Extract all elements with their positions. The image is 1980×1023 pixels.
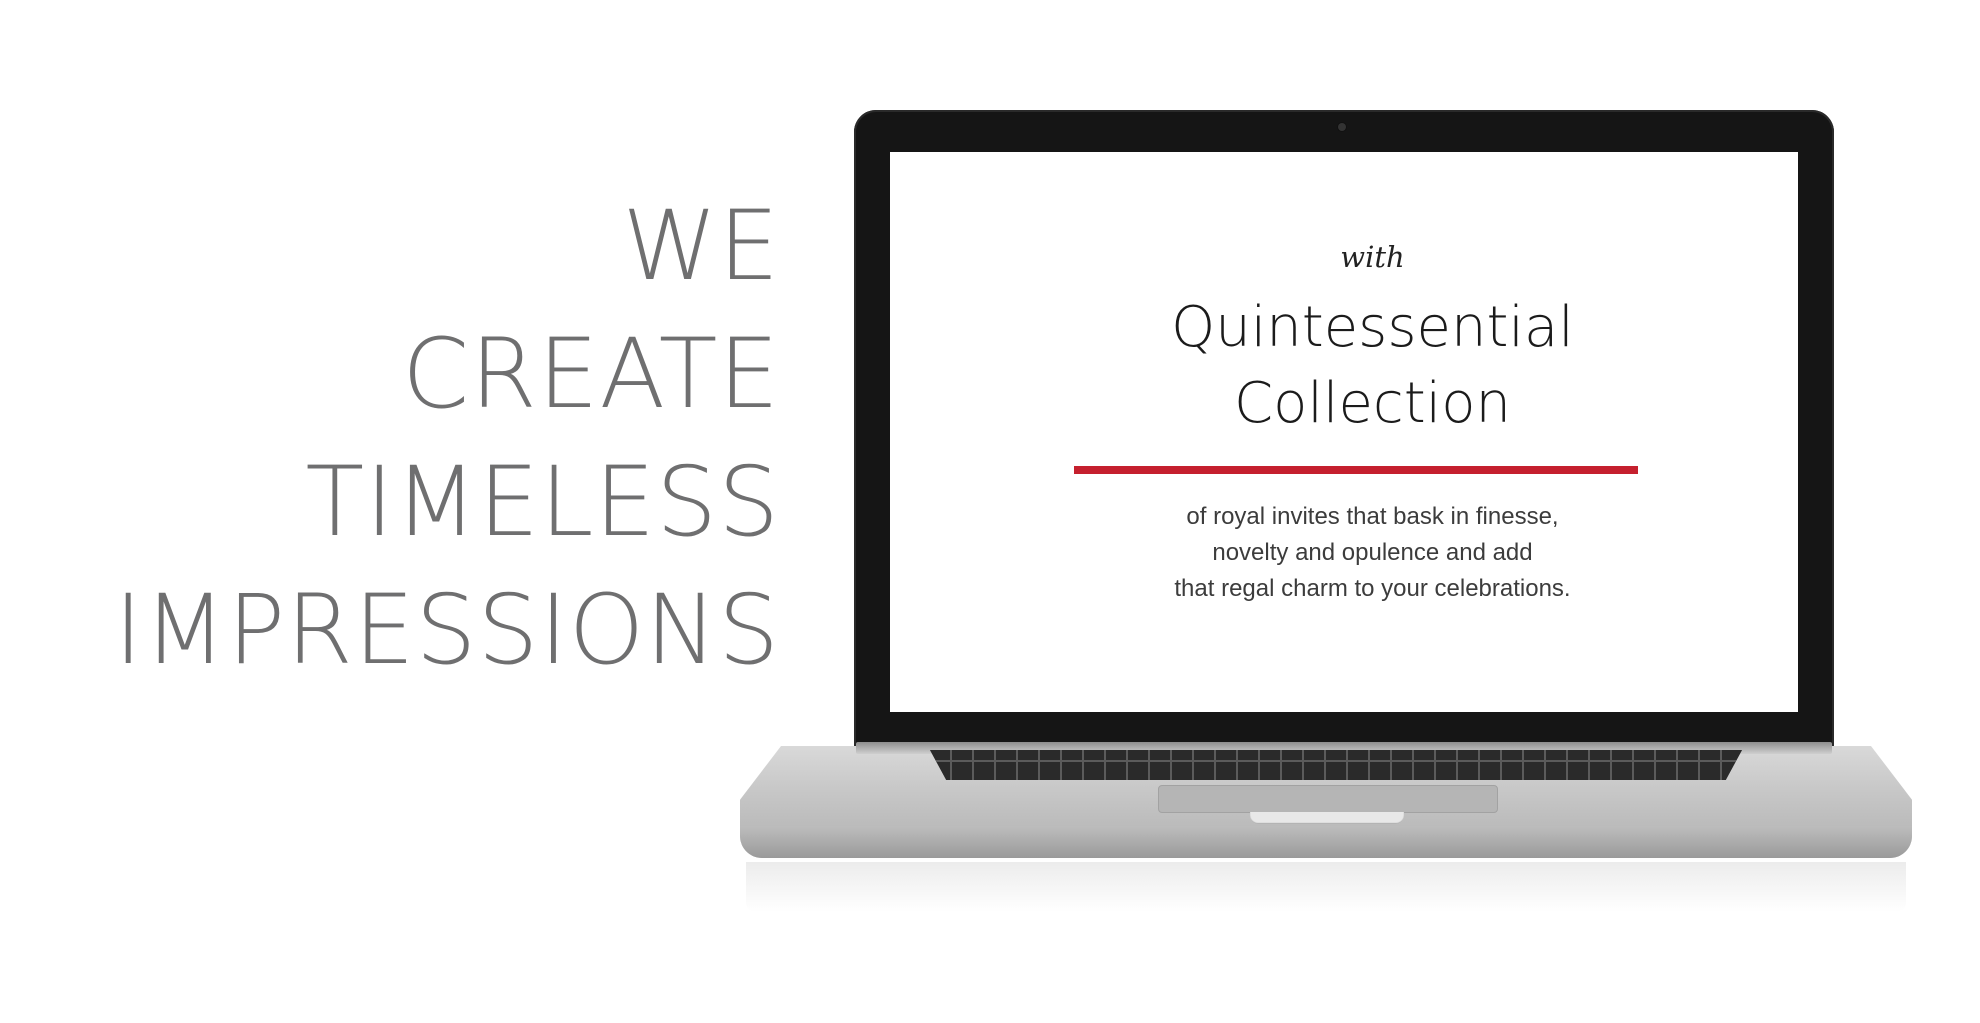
keyboard-icon <box>930 750 1742 780</box>
laptop-image: with Quintessential Collection of royal … <box>740 110 1912 912</box>
headline-line-create: CREATE <box>402 318 780 430</box>
headline-line-timeless: TIMELESS <box>305 446 780 558</box>
laptop-reflection <box>746 862 1906 912</box>
description-line-3: that regal charm to your celebrations. <box>1174 575 1571 602</box>
description-line-1: of royal invites that bask in finesse, <box>1186 503 1559 530</box>
trackpad <box>1158 785 1498 813</box>
description-line-2: novelty and opulence and add <box>1212 539 1533 566</box>
laptop-screen: with Quintessential Collection of royal … <box>890 152 1798 712</box>
collection-title: Quintessential Collection <box>890 290 1798 442</box>
camera-icon <box>1338 123 1346 131</box>
hero-headline: WE CREATE TIMELESS IMPRESSIONS <box>114 182 780 694</box>
collection-title-line-2: Collection <box>1234 371 1511 436</box>
screen-with-text: with <box>1340 240 1405 274</box>
headline-line-impressions: IMPRESSIONS <box>114 574 780 686</box>
headline-line-we: WE <box>622 190 780 302</box>
collection-title-line-1: Quintessential <box>1171 295 1574 360</box>
accent-divider <box>1074 466 1638 474</box>
collection-description: of royal invites that bask in finesse, n… <box>890 499 1798 607</box>
laptop-base-front <box>740 826 1912 858</box>
lid-notch <box>1250 812 1404 824</box>
